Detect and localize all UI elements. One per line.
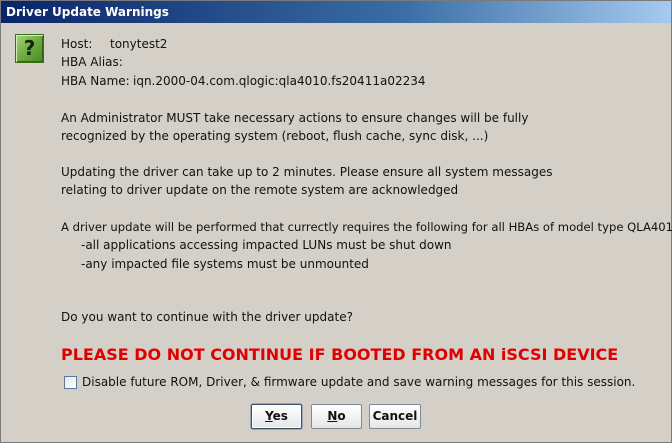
host-label: Host: [61, 37, 93, 51]
hba-alias-label: HBA Alias: [61, 55, 123, 69]
question-icon: ? [15, 34, 44, 63]
admin-message-line-1: An Administrator MUST take necessary act… [61, 111, 529, 125]
question-icon-glyph: ? [23, 36, 36, 60]
no-button[interactable]: No [311, 404, 362, 429]
time-message-line-1: Updating the driver can take up to 2 min… [61, 165, 553, 179]
no-label-rest: o [337, 409, 346, 423]
no-mnemonic: N [327, 409, 338, 423]
admin-message-line-2: recognized by the operating system (rebo… [61, 129, 489, 143]
time-message-line-2: relating to driver update on the remote … [61, 183, 459, 197]
continue-question: Do you want to continue with the driver … [61, 310, 353, 324]
yes-label-rest: es [272, 409, 288, 423]
yes-button[interactable]: Yes [251, 404, 302, 429]
disable-warnings-option[interactable]: Disable future ROM, Driver, & firmware u… [64, 374, 635, 390]
requirement-item-1: -all applications accessing impacted LUN… [81, 238, 452, 252]
disable-warnings-checkbox[interactable] [64, 375, 77, 389]
hba-name-label: HBA Name: [61, 74, 130, 88]
cancel-button[interactable]: Cancel [369, 404, 421, 429]
driver-update-warnings-dialog: Driver Update Warnings ? Host: tonytest2… [0, 0, 672, 443]
yes-mnemonic: Y [265, 409, 273, 423]
host-value: tonytest2 [110, 37, 168, 51]
boot-warning-text: PLEASE DO NOT CONTINUE IF BOOTED FROM AN… [61, 345, 619, 364]
disable-warnings-label[interactable]: Disable future ROM, Driver, & firmware u… [82, 375, 635, 389]
requirement-item-2: -any impacted file systems must be unmou… [81, 257, 369, 271]
requirements-message: A driver update will be performed that c… [61, 220, 672, 234]
hba-name-value: iqn.2000-04.com.qlogic:qla4010.fs20411a0… [133, 74, 426, 88]
dialog-title: Driver Update Warnings [1, 1, 671, 23]
